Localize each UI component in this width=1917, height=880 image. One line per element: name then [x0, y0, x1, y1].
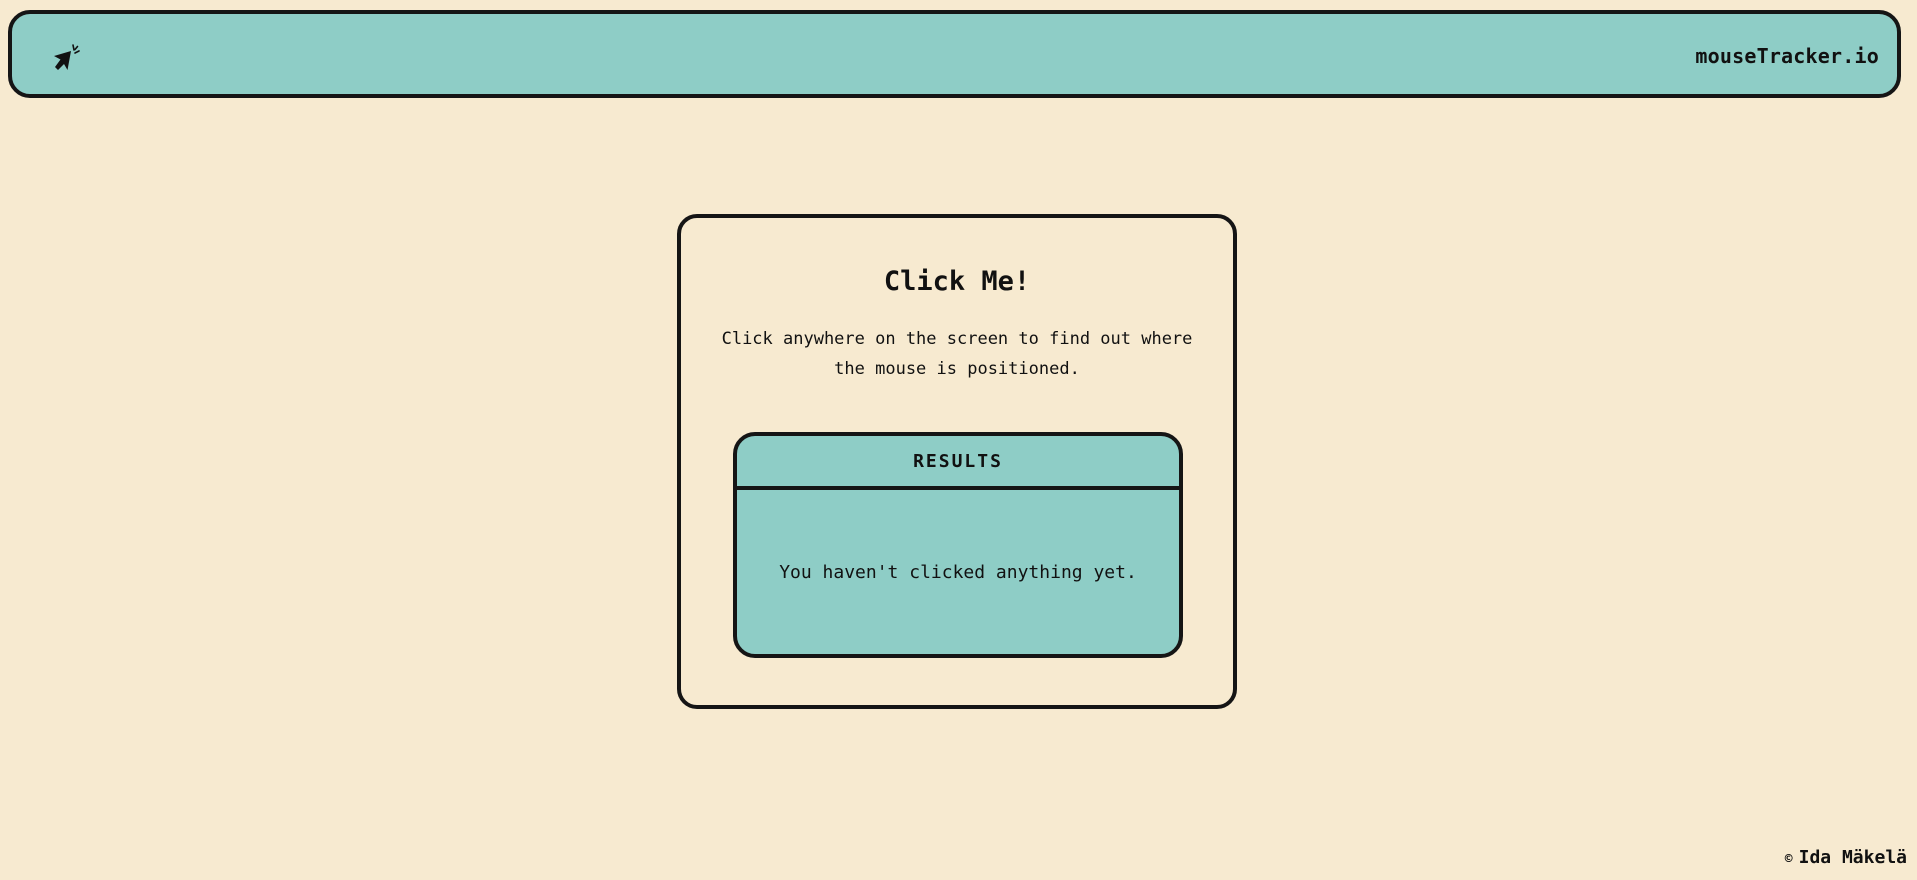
card-description: Click anywhere on the screen to find out… [721, 329, 1193, 379]
results-panel: RESULTS You haven't clicked anything yet… [733, 432, 1183, 658]
card-title: Click Me! [883, 266, 1031, 297]
results-heading: RESULTS [737, 436, 1179, 490]
click-card: Click Me! Click anywhere on the screen t… [677, 214, 1237, 709]
copyright-symbol: © [1784, 852, 1793, 867]
footer-author: Ida Mäkelä [1798, 847, 1907, 868]
brand-name[interactable]: mouseTracker.io [1695, 44, 1879, 68]
site-header: mouseTracker.io [8, 10, 1901, 98]
footer: © Ida Mäkelä [1785, 847, 1907, 868]
results-message: You haven't clicked anything yet. [779, 561, 1137, 583]
cursor-click-icon[interactable] [48, 42, 82, 76]
